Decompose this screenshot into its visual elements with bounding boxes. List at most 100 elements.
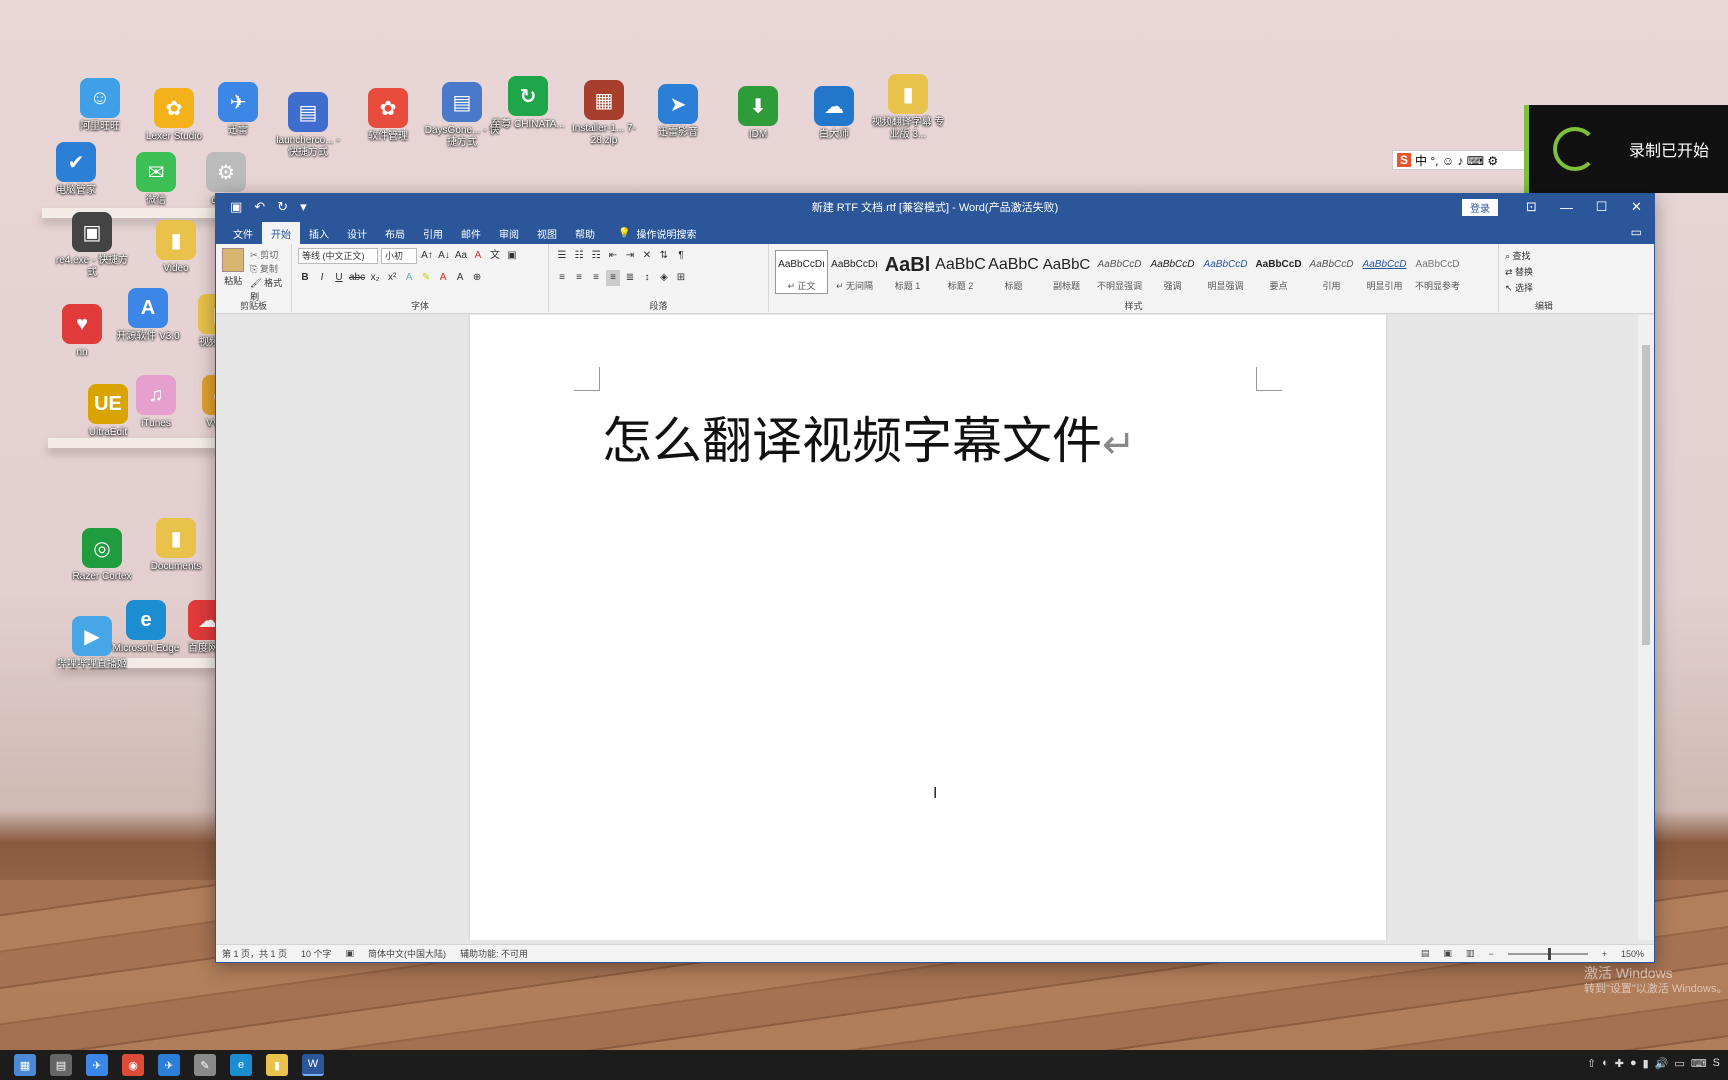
ribbon-tab[interactable]: 视图 [528,222,566,244]
language[interactable]: 简体中文(中国大陆) [368,947,446,960]
recorder-badge[interactable]: 录制已开始 [1524,105,1728,193]
zoom-slider-knob[interactable] [1547,947,1551,960]
bullets-icon[interactable]: ☰ [555,248,569,264]
phonetic-icon[interactable]: 文 [488,248,502,264]
comment-icon[interactable]: ▭ [1631,225,1642,239]
web-layout-icon[interactable]: ▥ [1466,948,1475,959]
style-option[interactable]: AaBbCcD 要点 [1252,250,1305,294]
style-option[interactable]: AaBbCcD 不明显参考 [1411,250,1464,294]
explorer-app-icon[interactable]: ▮ [266,1054,288,1076]
close-icon[interactable]: ✕ [1619,194,1654,220]
desktop-icon[interactable]: ↻ 至尊 CHINATA... [490,76,566,131]
desktop-icon[interactable]: ☁ 白大师 [796,86,872,141]
style-option[interactable]: AaBbCcD 引用 [1305,250,1358,294]
customize-icon[interactable]: ▾ [300,199,307,215]
font-color-icon[interactable]: A [436,270,450,286]
word-count[interactable]: 10 个字 [301,947,332,960]
style-option[interactable]: AaBl 标题 1 [881,250,934,294]
document-page[interactable]: 怎么翻译视频字幕文件↵ I [470,315,1386,940]
font-size-select[interactable]: 小初 [381,248,417,264]
sogou-icon[interactable]: S [1397,153,1412,167]
notes-app-icon[interactable]: ✎ [194,1054,216,1076]
copy-button[interactable]: ⎘ 复制 [250,262,285,276]
distributed-icon[interactable]: ≣ [623,270,637,286]
style-option[interactable]: AaBbCcDı ↵ 正文 [775,250,828,294]
style-option[interactable]: AaBbC 标题 [987,250,1040,294]
tell-me-search[interactable]: 💡 操作说明搜索 [618,222,696,244]
subscript-icon[interactable]: x₂ [368,270,382,286]
bold-icon[interactable]: B [298,270,312,286]
italic-icon[interactable]: I [315,270,329,286]
desktop-icon[interactable]: ⬇ IDM [720,86,796,141]
tray-icon[interactable]: ✚ [1615,1057,1624,1070]
ribbon-display-icon[interactable]: ⊡ [1514,194,1549,220]
minimize-icon[interactable]: — [1549,194,1584,220]
print-layout-icon[interactable]: ▣ [1443,948,1452,959]
desktop-icon[interactable]: ▮ Video [138,220,214,275]
align-right-icon[interactable]: ≡ [589,270,603,286]
zoom-level[interactable]: 150% [1621,949,1644,959]
desktop-icon[interactable]: ✿ 软件管理 [350,88,426,143]
tray-icon[interactable]: ◐ [1602,1057,1609,1070]
desktop-icon[interactable]: ♥ nn [44,304,120,359]
login-button[interactable]: 登录 [1462,199,1498,216]
sort-icon[interactable]: ⇅ [657,248,671,264]
style-option[interactable]: AaBbC 标题 2 [934,250,987,294]
ribbon-tab[interactable]: 文件 [224,222,262,244]
chrome-app-icon[interactable]: ◉ [122,1054,144,1076]
ribbon-tab[interactable]: 插入 [300,222,338,244]
page-count[interactable]: 第 1 页，共 1 页 [222,947,287,960]
edge-app-icon[interactable]: e [230,1054,252,1076]
desktop-icon[interactable]: ▮ Documents [138,518,214,573]
chinese-layout-icon[interactable]: ✕ [640,248,654,264]
zoom-in-icon[interactable]: + [1602,949,1607,959]
desktop-icon[interactable]: ▮ 视频翻译字幕 专业版 3... [870,74,946,141]
redo-icon[interactable]: ↻ [277,199,288,215]
zoom-slider[interactable] [1507,947,1588,960]
tray-icon[interactable]: ⇧ [1587,1057,1596,1070]
desktop-icon[interactable]: ▣ re4.exe - 快捷方式 [54,212,130,279]
grow-font-icon[interactable]: A↑ [420,248,434,264]
shading-icon[interactable]: ◈ [657,270,671,286]
proofing-icon[interactable]: ▣ [346,948,355,959]
ribbon-tab[interactable]: 引用 [414,222,452,244]
ribbon-tab[interactable]: 设计 [338,222,376,244]
shrink-font-icon[interactable]: A↓ [437,248,451,264]
tray-icon[interactable]: ▮ [1643,1057,1649,1070]
tray-icon[interactable]: ⌨ [1691,1057,1707,1070]
maximize-icon[interactable]: ☐ [1584,194,1619,220]
word-app-icon[interactable]: W [302,1054,324,1076]
font-name-select[interactable]: 等线 (中文正文) [298,248,378,264]
line-spacing-icon[interactable]: ↕ [640,270,654,286]
tray-icon[interactable]: ● [1630,1057,1637,1070]
save-icon[interactable]: ▣ [230,199,242,215]
text-effects-icon[interactable]: A [402,270,416,286]
style-option[interactable]: AaBbCcD 不明显强调 [1093,250,1146,294]
superscript-icon[interactable]: x² [385,270,399,286]
calculator-app-icon[interactable]: ▤ [50,1054,72,1076]
justify-icon[interactable]: ≡ [606,270,620,286]
desktop-icon[interactable]: ✔ 电脑管家 [38,142,114,197]
calendar-app-icon[interactable]: ▦ [14,1054,36,1076]
paste-button[interactable]: 粘贴 [222,248,245,290]
read-mode-icon[interactable]: ▤ [1421,948,1430,959]
ribbon-tab[interactable]: 布局 [376,222,414,244]
thunder-app-icon[interactable]: ✈ [86,1054,108,1076]
ribbon-tab[interactable]: 帮助 [566,222,604,244]
char-shading-icon[interactable]: A [453,270,467,286]
scrollbar-thumb[interactable] [1642,345,1650,645]
tray-icon[interactable]: S [1713,1057,1720,1070]
highlight-icon[interactable]: ✎ [419,270,433,286]
increase-indent-icon[interactable]: ⇥ [623,248,637,264]
undo-icon[interactable]: ↶ [254,199,265,215]
format-painter-button[interactable]: 🖌 格式刷 [250,276,285,302]
ribbon-tab[interactable]: 邮件 [452,222,490,244]
zoom-out-icon[interactable]: − [1488,949,1493,959]
style-option[interactable]: AaBbC 副标题 [1040,250,1093,294]
thunder-alt-app-icon[interactable]: ✈ [158,1054,180,1076]
show-marks-icon[interactable]: ¶ [674,248,688,264]
style-option[interactable]: AaBbCcD 强调 [1146,250,1199,294]
tray-icon[interactable]: ▭ [1674,1057,1684,1070]
align-center-icon[interactable]: ≡ [572,270,586,286]
borders-icon[interactable]: ⊞ [674,270,688,286]
